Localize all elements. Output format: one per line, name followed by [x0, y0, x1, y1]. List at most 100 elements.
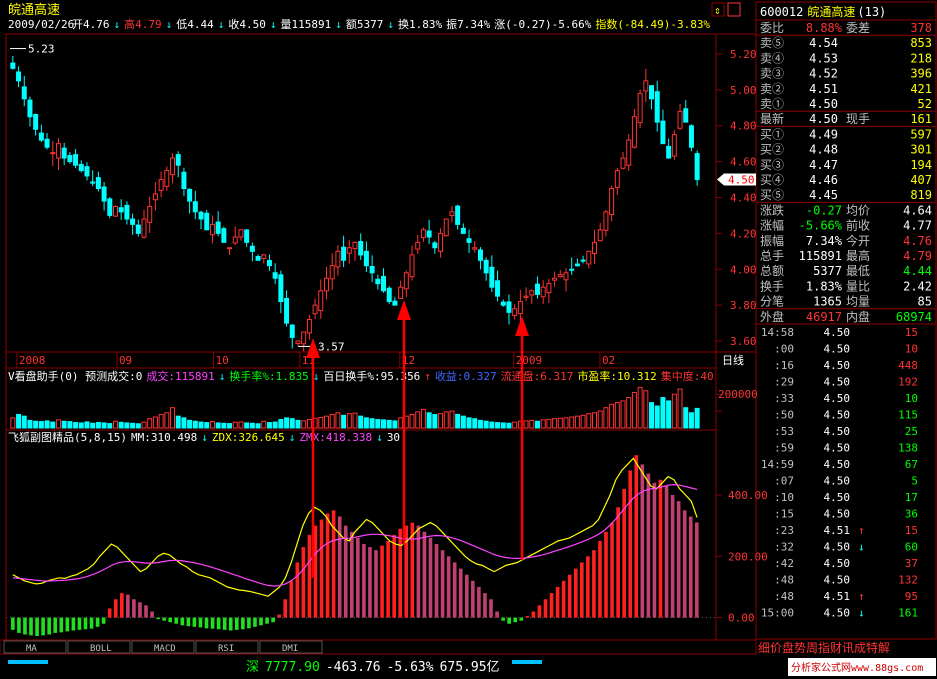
- volume-header-item-5: 百日换手%:95.356: [323, 369, 420, 383]
- mm-bar: [531, 611, 536, 618]
- volume-bar: [455, 413, 461, 429]
- tick-time: :15: [774, 508, 794, 521]
- volume-bar: [215, 422, 221, 429]
- close-icon[interactable]: [727, 2, 741, 17]
- mm-bar: [495, 611, 499, 618]
- candle-body: [147, 205, 153, 223]
- volume-bar: [449, 410, 455, 429]
- candle-body: [164, 170, 170, 187]
- volume-bar: [135, 423, 141, 429]
- volume-bar: [381, 419, 387, 429]
- volume-bar: [113, 420, 118, 429]
- volume-bar: [609, 403, 615, 429]
- candle-body: [420, 229, 426, 239]
- tick-price: 4.50: [824, 359, 851, 372]
- tick-time: :48: [774, 574, 794, 587]
- sell-3-volume: 396: [910, 67, 932, 81]
- candle-body: [620, 157, 626, 169]
- candle-body: [301, 331, 307, 345]
- mm-bar: [289, 580, 294, 618]
- candle-body: [312, 304, 318, 315]
- volume-bar: [660, 397, 666, 429]
- mm-bar: [41, 617, 45, 636]
- volume-bar: [90, 422, 96, 429]
- candle-body: [443, 218, 449, 237]
- low-marker: 3.57: [318, 340, 345, 353]
- volume-bar: [107, 423, 113, 429]
- candle-body: [546, 283, 552, 294]
- mm-bar: [567, 574, 572, 618]
- mm-bar: [604, 531, 608, 618]
- sell-2-price: 4.51: [809, 82, 838, 96]
- tick-volume: 5: [911, 475, 918, 488]
- volume-bar: [198, 421, 204, 429]
- mm-bar: [186, 617, 191, 627]
- volume-bar: [415, 411, 421, 429]
- volume-bar: [124, 422, 130, 429]
- volume-bar: [489, 421, 495, 429]
- candle-body: [118, 207, 124, 213]
- outer-inner-label: 外盘: [760, 309, 784, 324]
- volume-bar: [266, 422, 272, 429]
- mm-bar: [434, 544, 439, 618]
- mm-bar: [101, 617, 106, 624]
- info-item-3: ↓: [166, 18, 173, 31]
- tick-volume: 10: [905, 392, 918, 405]
- stat-2-label2: 今开: [846, 233, 870, 248]
- volume-bar: [631, 391, 637, 429]
- mm-bar: [204, 617, 209, 629]
- candle-body: [73, 154, 79, 166]
- tick-volume: 115: [898, 409, 918, 422]
- mm-bar: [513, 617, 518, 623]
- sell-3-label: 卖③: [760, 67, 784, 81]
- panel-bottom-tabs[interactable]: 细价盘势周指财讯成特解: [758, 640, 890, 655]
- buy-5-price: 4.45: [809, 188, 838, 202]
- volume-bar: [677, 388, 683, 429]
- info-item-1: ↓: [114, 18, 121, 31]
- mm-bar: [483, 593, 487, 618]
- buy-4-volume: 407: [910, 173, 932, 187]
- stat-3-value: 115891: [799, 249, 842, 263]
- candle-body: [557, 274, 563, 278]
- mm-bar: [156, 617, 160, 620]
- tick-price: 4.50: [824, 475, 851, 488]
- volume-bar: [443, 411, 449, 429]
- candle-body: [209, 223, 215, 236]
- weibi-label: 委比: [760, 21, 784, 35]
- tick-price: 4.50: [824, 491, 851, 504]
- volume-bar: [95, 421, 101, 429]
- tick-volume: 15: [905, 326, 918, 339]
- candle-body: [512, 308, 518, 317]
- mm-bar: [586, 556, 590, 618]
- candle-body: [170, 157, 176, 176]
- latest-volume: 161: [910, 112, 932, 126]
- period-label[interactable]: 日线: [722, 353, 744, 367]
- volume-bar: [363, 417, 369, 429]
- tick-volume: 15: [905, 524, 918, 537]
- mm-bar: [11, 617, 15, 630]
- volume-header-item-3: 换手率%:1.835: [229, 369, 308, 383]
- tick-time: :07: [774, 475, 794, 488]
- mm-bar: [452, 562, 457, 618]
- candle-body: [415, 241, 421, 250]
- candle-body: [529, 290, 535, 296]
- weibi-label2: 委差: [846, 21, 870, 35]
- mm-bar: [658, 479, 663, 618]
- candle-body: [78, 164, 84, 172]
- candle-body: [346, 247, 352, 254]
- tick-volume: 132: [898, 574, 918, 587]
- stat-1-value2: 4.77: [903, 219, 932, 233]
- volume-bar: [227, 423, 233, 429]
- mm-bar: [222, 617, 227, 630]
- mm-bar: [489, 599, 493, 618]
- tick-price: 4.50: [824, 326, 851, 339]
- tab-label: MA: [26, 644, 37, 654]
- candle-body: [306, 318, 312, 334]
- price-tick-label: 4.40: [730, 191, 757, 204]
- mm-bar: [519, 617, 524, 621]
- stat-4-value2: 4.44: [903, 264, 932, 278]
- mm-bar: [247, 617, 251, 629]
- price-tick-label: 5.20: [730, 48, 757, 61]
- volume-bar: [192, 420, 198, 429]
- date-tick-label: 02: [602, 354, 615, 367]
